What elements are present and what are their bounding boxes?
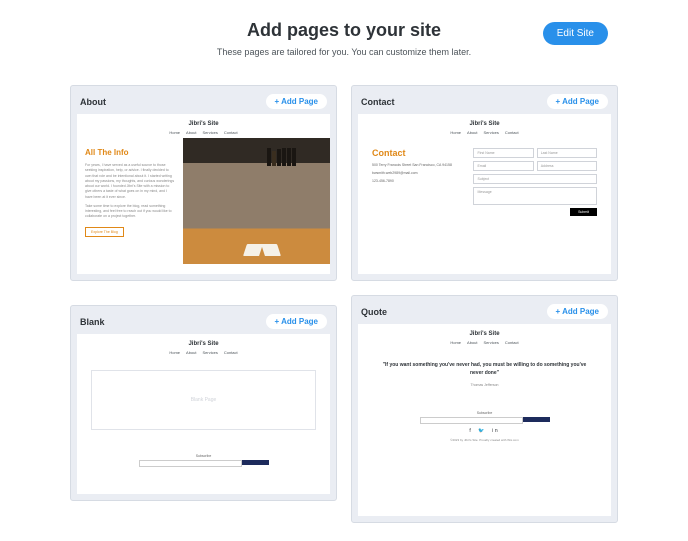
template-card-contact: Contact + Add Page Jibri's Site HomeAbou… [351, 85, 618, 281]
card-title: About [80, 97, 106, 107]
quote-author: Thomas Jefferson [382, 383, 587, 387]
template-card-about: About + Add Page Jibri's Site HomeAboutS… [70, 85, 337, 281]
quote-text: "If you want something you've never had,… [382, 362, 587, 377]
template-preview-blank[interactable]: Jibri's Site HomeAboutServicesContact Bl… [77, 334, 330, 494]
about-cta: Explore The Blog [85, 227, 124, 237]
page-header: Add pages to your site These pages are t… [0, 0, 688, 67]
card-title: Blank [80, 317, 105, 327]
template-preview-quote[interactable]: Jibri's Site HomeAboutServicesContact "I… [358, 324, 611, 516]
page-templates-grid: About + Add Page Jibri's Site HomeAboutS… [0, 67, 688, 541]
about-image [183, 138, 330, 264]
facebook-icon: f [469, 428, 472, 434]
preview-nav: HomeAboutServicesContact [77, 130, 330, 135]
add-page-button[interactable]: + Add Page [547, 94, 609, 109]
add-page-button[interactable]: + Add Page [266, 94, 328, 109]
card-title: Contact [361, 97, 395, 107]
edit-site-button[interactable]: Edit Site [543, 22, 608, 45]
template-card-blank: Blank + Add Page Jibri's Site HomeAboutS… [70, 305, 337, 501]
preview-site-name: Jibri's Site [77, 121, 330, 127]
subscribe-bar [420, 417, 550, 422]
add-page-button[interactable]: + Add Page [547, 304, 609, 319]
card-title: Quote [361, 307, 387, 317]
subscribe-bar [139, 460, 269, 465]
grid-col-left: About + Add Page Jibri's Site HomeAboutS… [70, 85, 337, 523]
blank-placeholder: Blank Page [91, 370, 316, 430]
grid-col-right: Contact + Add Page Jibri's Site HomeAbou… [351, 85, 618, 523]
social-icons: f 🐦 in [382, 428, 587, 434]
template-preview-about[interactable]: Jibri's Site HomeAboutServicesContact Al… [77, 114, 330, 274]
add-page-button[interactable]: + Add Page [266, 314, 328, 329]
about-heading: All The Info [85, 148, 175, 157]
contact-form: First Name Last Name Email Address Subje… [473, 148, 597, 216]
contact-submit: Submit [570, 208, 597, 216]
twitter-icon: 🐦 [478, 428, 486, 434]
page-subtitle: These pages are tailored for you. You ca… [0, 47, 688, 57]
contact-heading: Contact [372, 148, 461, 158]
template-preview-contact[interactable]: Jibri's Site HomeAboutServicesContact Co… [358, 114, 611, 274]
template-card-quote: Quote + Add Page Jibri's Site HomeAboutS… [351, 295, 618, 523]
linkedin-icon: in [492, 428, 500, 434]
